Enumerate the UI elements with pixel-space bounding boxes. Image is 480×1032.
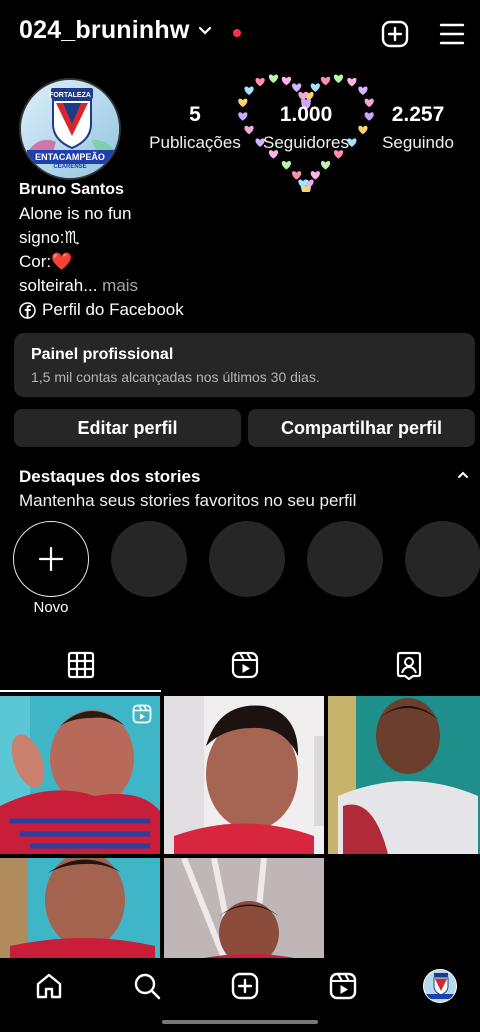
reels-icon[interactable] (328, 971, 358, 1001)
create-icon[interactable] (230, 971, 260, 1001)
home-indicator (162, 1020, 318, 1024)
facebook-profile-link[interactable]: Perfil do Facebook (19, 298, 184, 322)
post-thumbnail (0, 858, 160, 958)
decorative-heart (333, 74, 344, 84)
bio-line: Alone is no fun (19, 204, 132, 223)
posts-label: Publicações (149, 133, 241, 152)
grid-post[interactable] (164, 858, 324, 958)
decorative-heart (320, 161, 331, 170)
display-name: Bruno Santos (19, 181, 124, 198)
reel-indicator-icon (132, 704, 152, 724)
decorative-heart (364, 112, 374, 121)
profile-avatar[interactable]: FORTALEZA ENTACAMPEÃO CEARENSE (19, 78, 121, 180)
avatar-badge-sub: CEARENSE (53, 164, 87, 170)
decorative-heart (347, 77, 357, 87)
decorative-heart (292, 171, 302, 180)
decorative-heart (281, 161, 292, 170)
decorative-heart (358, 86, 368, 96)
followers-count: 1.000 (279, 103, 333, 126)
top-bar: 024_bruninhw (0, 0, 480, 68)
bio-line: solteirah... (19, 276, 98, 295)
grid-post[interactable] (164, 696, 324, 854)
decorative-heart (292, 83, 302, 93)
chevron-down-icon (198, 26, 211, 35)
username: 024_bruninhw (19, 16, 190, 44)
decorative-heart (281, 76, 292, 86)
grid-post[interactable] (0, 696, 160, 854)
following-label: Seguindo (382, 133, 454, 152)
bio-line: signo:♏ (19, 228, 80, 247)
highlight-placeholder (209, 521, 285, 597)
post-thumbnail (164, 696, 324, 854)
highlights-subtitle: Mantenha seus stories favoritos no seu p… (19, 491, 357, 510)
bio-line-truncated: solteirah... mais (19, 274, 184, 298)
decorative-heart (310, 83, 320, 93)
decorative-heart (255, 77, 265, 87)
facebook-icon (19, 301, 36, 319)
grid-icon[interactable] (66, 650, 96, 680)
decorative-heart (244, 125, 254, 135)
home-icon[interactable] (34, 971, 64, 1001)
decorative-heart (358, 125, 368, 135)
decorative-heart (244, 86, 254, 96)
active-tab-indicator (0, 690, 161, 692)
avatar-badge-top: FORTALEZA (49, 92, 91, 99)
menu-icon[interactable] (438, 20, 466, 48)
decorative-heart (310, 171, 320, 180)
followers-label: Seguidores (262, 133, 349, 152)
share-profile-button[interactable]: Compartilhar perfil (248, 409, 475, 447)
search-icon[interactable] (132, 971, 162, 1001)
grid-post[interactable] (0, 858, 160, 958)
highlight-placeholder (405, 521, 480, 597)
professional-dashboard[interactable]: Painel profissional 1,5 mil contas alcan… (14, 333, 475, 397)
tagged-icon[interactable] (394, 650, 424, 680)
stat-posts[interactable]: 5 Publicações (146, 103, 244, 153)
decorative-heart (364, 98, 374, 108)
profile-tab-avatar[interactable] (423, 969, 457, 1003)
highlights-title: Destaques dos stories (19, 467, 201, 486)
bio-more-link[interactable]: mais (97, 276, 138, 295)
new-highlight-label: Novo (33, 599, 69, 616)
post-thumbnail (328, 696, 480, 854)
stat-followers[interactable]: 1.000 Seguidores (258, 103, 354, 153)
bottom-navigation (0, 958, 480, 1020)
following-count: 2.257 (391, 103, 445, 126)
avatar-image (424, 970, 456, 1002)
account-switcher[interactable]: 024_bruninhw (19, 16, 212, 45)
dashboard-subtitle: 1,5 mil contas alcançadas nos últimos 30… (31, 369, 320, 385)
edit-profile-button[interactable]: Editar perfil (14, 409, 241, 447)
highlight-placeholder (307, 521, 383, 597)
grid-post[interactable] (328, 696, 480, 854)
facebook-link-label: Perfil do Facebook (42, 300, 184, 319)
posts-count: 5 (189, 103, 201, 126)
post-thumbnail (164, 858, 324, 958)
stat-following[interactable]: 2.257 Seguindo (376, 103, 460, 153)
dashboard-title: Painel profissional (31, 346, 174, 363)
create-post-icon[interactable] (381, 20, 409, 48)
highlight-placeholder (111, 521, 187, 597)
decorative-heart (268, 74, 279, 84)
avatar-badge-bottom: ENTACAMPEÃO (35, 152, 105, 162)
chevron-up-icon[interactable] (456, 470, 470, 480)
plus-icon (38, 546, 64, 572)
reels-tab-icon[interactable] (230, 650, 260, 680)
decorative-heart (320, 76, 331, 86)
bio: Bruno Santos Alone is no fun signo:♏ Cor… (19, 178, 184, 322)
new-highlight-button[interactable] (13, 521, 89, 597)
notification-dot (233, 29, 241, 37)
bio-line: Cor:❤️ (19, 252, 73, 271)
